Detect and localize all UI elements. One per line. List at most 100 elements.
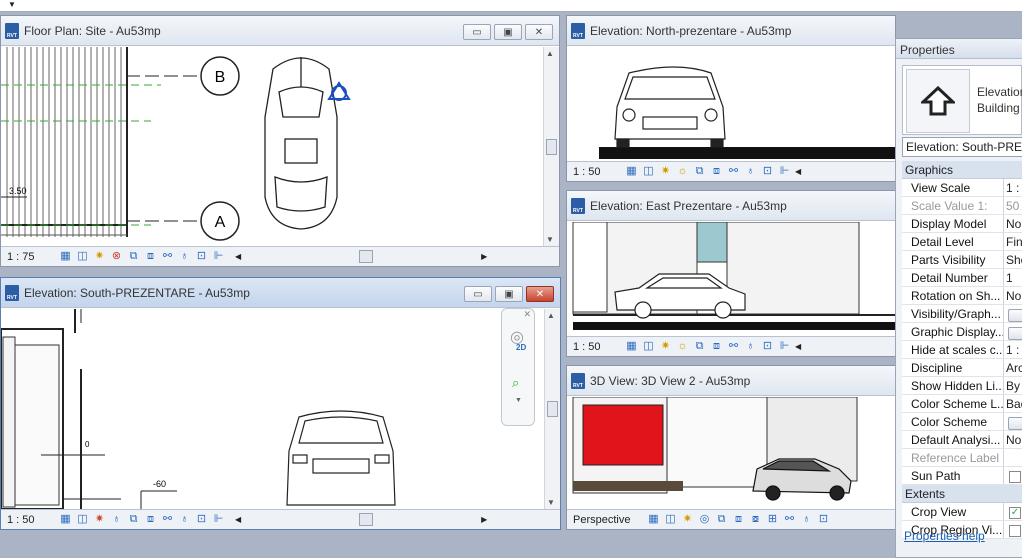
reveal-hidden-icon[interactable]: ♁ — [178, 513, 191, 526]
show-crop-icon[interactable]: ⧈ — [144, 250, 157, 263]
south-elevation-window[interactable]: RVT Elevation: South-PREZENTARE - Au53mp… — [0, 277, 561, 530]
property-value[interactable]: 50 — [1004, 197, 1022, 214]
property-row[interactable]: Reference Label — [902, 449, 1022, 467]
checkbox[interactable] — [1009, 471, 1021, 483]
title-bar[interactable]: RVT Elevation: North-prezentare - Au53mp — [567, 16, 895, 46]
lock-view-icon[interactable]: ⊡ — [195, 250, 208, 263]
property-row[interactable]: View Scale 1 : — [902, 179, 1022, 197]
shadows-icon[interactable]: ☼ — [676, 340, 689, 353]
edit-button[interactable] — [1008, 309, 1022, 322]
property-row[interactable]: Color Scheme — [902, 413, 1022, 431]
property-value[interactable] — [1004, 467, 1022, 484]
crop-view-icon[interactable]: ⧉ — [693, 165, 706, 178]
view-scale[interactable]: 1 : 50 — [7, 514, 55, 526]
drawing-canvas[interactable] — [567, 397, 895, 509]
reveal-hidden-icon[interactable]: ♁ — [800, 513, 813, 526]
detail-level-icon[interactable]: ▦ — [59, 250, 72, 263]
property-value[interactable]: No — [1004, 431, 1022, 448]
crop-view-icon[interactable]: ⧉ — [693, 340, 706, 353]
view-scale[interactable]: 1 : 50 — [573, 166, 621, 178]
chevron-down-icon[interactable]: ▼ — [515, 397, 522, 404]
property-row[interactable]: Discipline Arc — [902, 359, 1022, 377]
lock-view-icon[interactable]: ⊡ — [761, 340, 774, 353]
lock-3d-icon[interactable]: ⊞ — [766, 513, 779, 526]
analytical-icon[interactable]: ⊩ — [778, 165, 791, 178]
vertical-scrollbar[interactable]: ▲ ▼ — [544, 309, 560, 509]
analytical-icon[interactable]: ⊡ — [817, 513, 830, 526]
scroll-left-icon[interactable]: ◀ — [795, 342, 801, 351]
title-bar[interactable]: RVT Elevation: South-PREZENTARE - Au53mp… — [1, 278, 560, 308]
floor-plan-window[interactable]: RVT Floor Plan: Site - Au53mp ▭ ▣ ✕ B A … — [0, 15, 560, 267]
sun-path-icon[interactable]: ✷ — [659, 340, 672, 353]
property-row[interactable]: Default Analysi... No — [902, 431, 1022, 449]
type-selector[interactable]: Elevation Building — [902, 65, 1022, 135]
lock-view-icon[interactable]: ⊡ — [195, 513, 208, 526]
property-row[interactable]: Visibility/Graph... — [902, 305, 1022, 323]
dropdown-arrow-icon[interactable]: ▼ — [8, 0, 16, 9]
horizontal-scroll-thumb[interactable] — [359, 250, 374, 263]
drawing-canvas[interactable]: 0 -60 — [1, 309, 544, 509]
analytical-icon[interactable]: ⊩ — [778, 340, 791, 353]
horizontal-scroll-thumb[interactable] — [359, 513, 374, 526]
reveal-hidden-icon[interactable]: ♁ — [744, 340, 757, 353]
title-bar[interactable]: RVT Floor Plan: Site - Au53mp ▭ ▣ ✕ — [1, 16, 559, 46]
crop-view-icon[interactable]: ⧉ — [127, 250, 140, 263]
property-value[interactable]: Fin — [1004, 233, 1022, 250]
property-value[interactable]: 1 : — [1004, 341, 1022, 358]
close-nav-icon[interactable]: ✕ — [523, 309, 531, 320]
scroll-left-icon[interactable]: ◀ — [235, 515, 241, 524]
north-elevation-window[interactable]: RVT Elevation: North-prezentare - Au53mp… — [566, 15, 896, 182]
crop-view-icon[interactable]: ⧈ — [732, 513, 745, 526]
temporary-hide-icon[interactable]: ⚯ — [161, 513, 174, 526]
minimize-button[interactable]: ▭ — [464, 286, 492, 302]
close-button[interactable]: ✕ — [526, 286, 554, 302]
property-value[interactable]: 1 — [1004, 269, 1022, 286]
scroll-right-icon[interactable]: ▶ — [481, 252, 487, 261]
property-value[interactable]: Arc — [1004, 359, 1022, 376]
temporary-hide-icon[interactable]: ⚯ — [727, 340, 740, 353]
drawing-canvas[interactable]: B A 3.50 — [1, 47, 543, 246]
detail-level-icon[interactable]: ▦ — [647, 513, 660, 526]
section-extents[interactable]: Extents — [902, 485, 1022, 503]
temporary-hide-icon[interactable]: ⚯ — [727, 165, 740, 178]
property-value[interactable]: ✓ — [1004, 503, 1022, 520]
instance-filter-dropdown[interactable]: Elevation: South-PREZ — [902, 137, 1022, 157]
show-crop-icon[interactable]: ⧇ — [749, 513, 762, 526]
render-icon[interactable]: ⧉ — [715, 513, 728, 526]
visual-style-icon[interactable]: ◫ — [76, 513, 89, 526]
edit-button[interactable] — [1008, 417, 1022, 430]
temporary-hide-icon[interactable]: ⚯ — [161, 250, 174, 263]
show-crop-icon[interactable]: ⧈ — [144, 513, 157, 526]
analytical-icon[interactable]: ⊩ — [212, 250, 225, 263]
detail-level-icon[interactable]: ▦ — [59, 513, 72, 526]
visual-style-icon[interactable]: ◫ — [642, 340, 655, 353]
checkbox[interactable] — [1009, 525, 1021, 537]
navigation-bar[interactable]: ✕ ◎ 2D ⌕ ▼ — [501, 308, 535, 426]
shadows-icon[interactable]: ☼ — [676, 165, 689, 178]
property-row[interactable]: Display Model No — [902, 215, 1022, 233]
drawing-canvas[interactable] — [567, 47, 895, 161]
property-value[interactable] — [1004, 521, 1022, 538]
property-value[interactable]: Sho — [1004, 251, 1022, 268]
shadows-icon[interactable]: ◎ — [698, 513, 711, 526]
property-row[interactable]: Detail Level Fin — [902, 233, 1022, 251]
property-value[interactable] — [1004, 323, 1022, 340]
scroll-right-icon[interactable]: ▶ — [481, 515, 487, 524]
east-elevation-window[interactable]: RVT Elevation: East Prezentare - Au53mp … — [566, 190, 896, 357]
temporary-hide-icon[interactable]: ⚯ — [783, 513, 796, 526]
show-crop-icon[interactable]: ⧈ — [710, 340, 723, 353]
property-value[interactable]: 1 : — [1004, 179, 1022, 196]
sun-path-icon[interactable]: ✷ — [681, 513, 694, 526]
property-row[interactable]: Color Scheme L...Bac — [902, 395, 1022, 413]
lock-view-icon[interactable]: ⊡ — [761, 165, 774, 178]
show-crop-icon[interactable]: ⧈ — [710, 165, 723, 178]
sun-path-icon[interactable]: ✷ — [93, 250, 106, 263]
3d-view-window[interactable]: RVT 3D View: 3D View 2 - Au53mp Perspect… — [566, 365, 896, 530]
minimize-button[interactable]: ▭ — [463, 24, 491, 40]
visual-style-icon[interactable]: ◫ — [76, 250, 89, 263]
property-row[interactable]: Rotation on Sh... No — [902, 287, 1022, 305]
crop-view-icon[interactable]: ⧉ — [127, 513, 140, 526]
property-value[interactable]: Bac — [1004, 395, 1022, 412]
restore-button[interactable]: ▣ — [495, 286, 523, 302]
scroll-left-icon[interactable]: ◀ — [235, 252, 241, 261]
